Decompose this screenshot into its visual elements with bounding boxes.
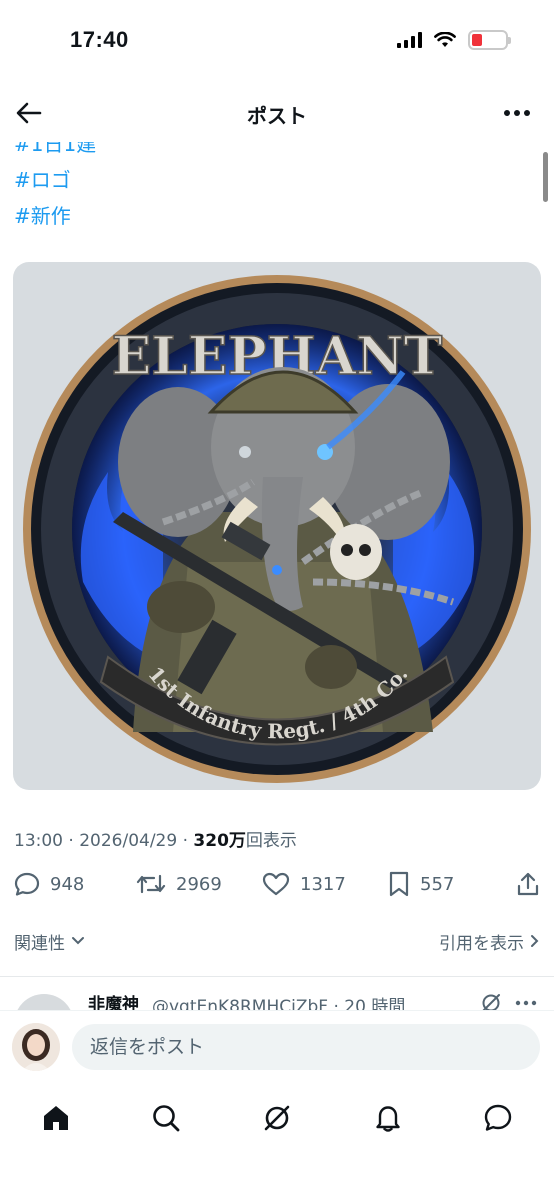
post-detail-content: #1日1建 #ロゴ #新作 ELEPHANT 1st Infantry Regt… [0,142,554,1010]
chevron-down-icon [72,937,84,945]
post-timestamp: 13:00 · 2026/04/29 · [14,831,194,851]
view-quotes-link[interactable]: 引用を表示 [439,929,540,954]
tab-grok[interactable] [257,1098,297,1138]
bookmark-button[interactable]: 557 [388,871,510,897]
tab-notifications[interactable] [368,1098,408,1138]
status-bar: 17:40 [0,0,554,84]
share-icon [517,872,539,896]
reply-author-name[interactable]: 非魔神 [88,990,139,1010]
like-count: 1317 [300,873,346,895]
user-avatar-image [12,1023,60,1071]
post-actions: 948 2969 1317 557 [14,866,540,902]
grok-icon[interactable] [480,992,502,1010]
more-options-button[interactable] [500,98,534,128]
battery-icon [468,30,511,50]
post-header: ポスト [0,84,554,142]
heart-icon [262,872,290,896]
bookmark-count: 557 [420,873,455,895]
wifi-icon [434,32,456,47]
reply-count: 948 [50,873,85,895]
tab-search[interactable] [146,1098,186,1138]
status-icons [397,30,511,50]
avatar[interactable] [12,1023,60,1071]
messages-icon [484,1104,512,1131]
notifications-icon [376,1106,400,1132]
repost-count: 2969 [176,873,222,895]
page-title: ポスト [247,104,307,128]
reply-button[interactable]: 948 [14,872,136,896]
view-count-label: 回表示 [245,831,297,851]
bottom-tab-bar [0,1080,554,1200]
hashtag-list: #1日1建 #ロゴ #新作 [14,142,96,234]
hashtag-link[interactable]: #新作 [14,198,96,234]
post-image[interactable]: ELEPHANT 1st Infantry Regt. / 4th Co. [13,262,541,790]
sort-label: 関連性 [14,933,65,954]
repost-icon [136,874,166,894]
reply-composer [0,1010,554,1080]
more-horizontal-icon [504,110,530,116]
grok-icon [264,1105,290,1131]
more-horizontal-icon[interactable] [515,1000,537,1006]
post-meta: 13:00 · 2026/04/29 · 320万回表示 [14,826,297,851]
tab-messages[interactable] [478,1098,518,1138]
chevron-right-icon [531,935,539,947]
share-button[interactable] [516,871,540,897]
reply-input[interactable] [72,1024,540,1070]
signal-icon [397,32,422,48]
elephant-unit-logo-image: ELEPHANT 1st Infantry Regt. / 4th Co. [23,275,531,783]
quotes-label: 引用を表示 [439,933,524,954]
scrollbar[interactable] [543,152,548,202]
tab-home[interactable] [36,1098,76,1138]
bookmark-icon [389,871,409,897]
reply-sort-row: 関連性 引用を表示 [14,926,540,956]
home-icon [44,1106,68,1130]
repost-button[interactable]: 2969 [136,872,262,896]
hashtag-link[interactable]: #ロゴ [14,162,96,198]
divider [0,976,554,977]
sort-by-relevance-button[interactable]: 関連性 [14,929,85,954]
avatar[interactable] [14,994,74,1010]
view-count: 320万 [193,831,246,851]
search-icon [153,1105,180,1132]
reply-author-handle: @vqtEnK8RMHCiZbF · 20 時間 [152,997,406,1010]
like-button[interactable]: 1317 [262,872,388,896]
reply-item[interactable]: 非魔神 @vqtEnK8RMHCiZbF · 20 時間 [0,988,554,1010]
hashtag-link[interactable]: #1日1建 [14,142,96,162]
reply-icon [14,872,40,896]
status-time: 17:40 [70,27,129,52]
